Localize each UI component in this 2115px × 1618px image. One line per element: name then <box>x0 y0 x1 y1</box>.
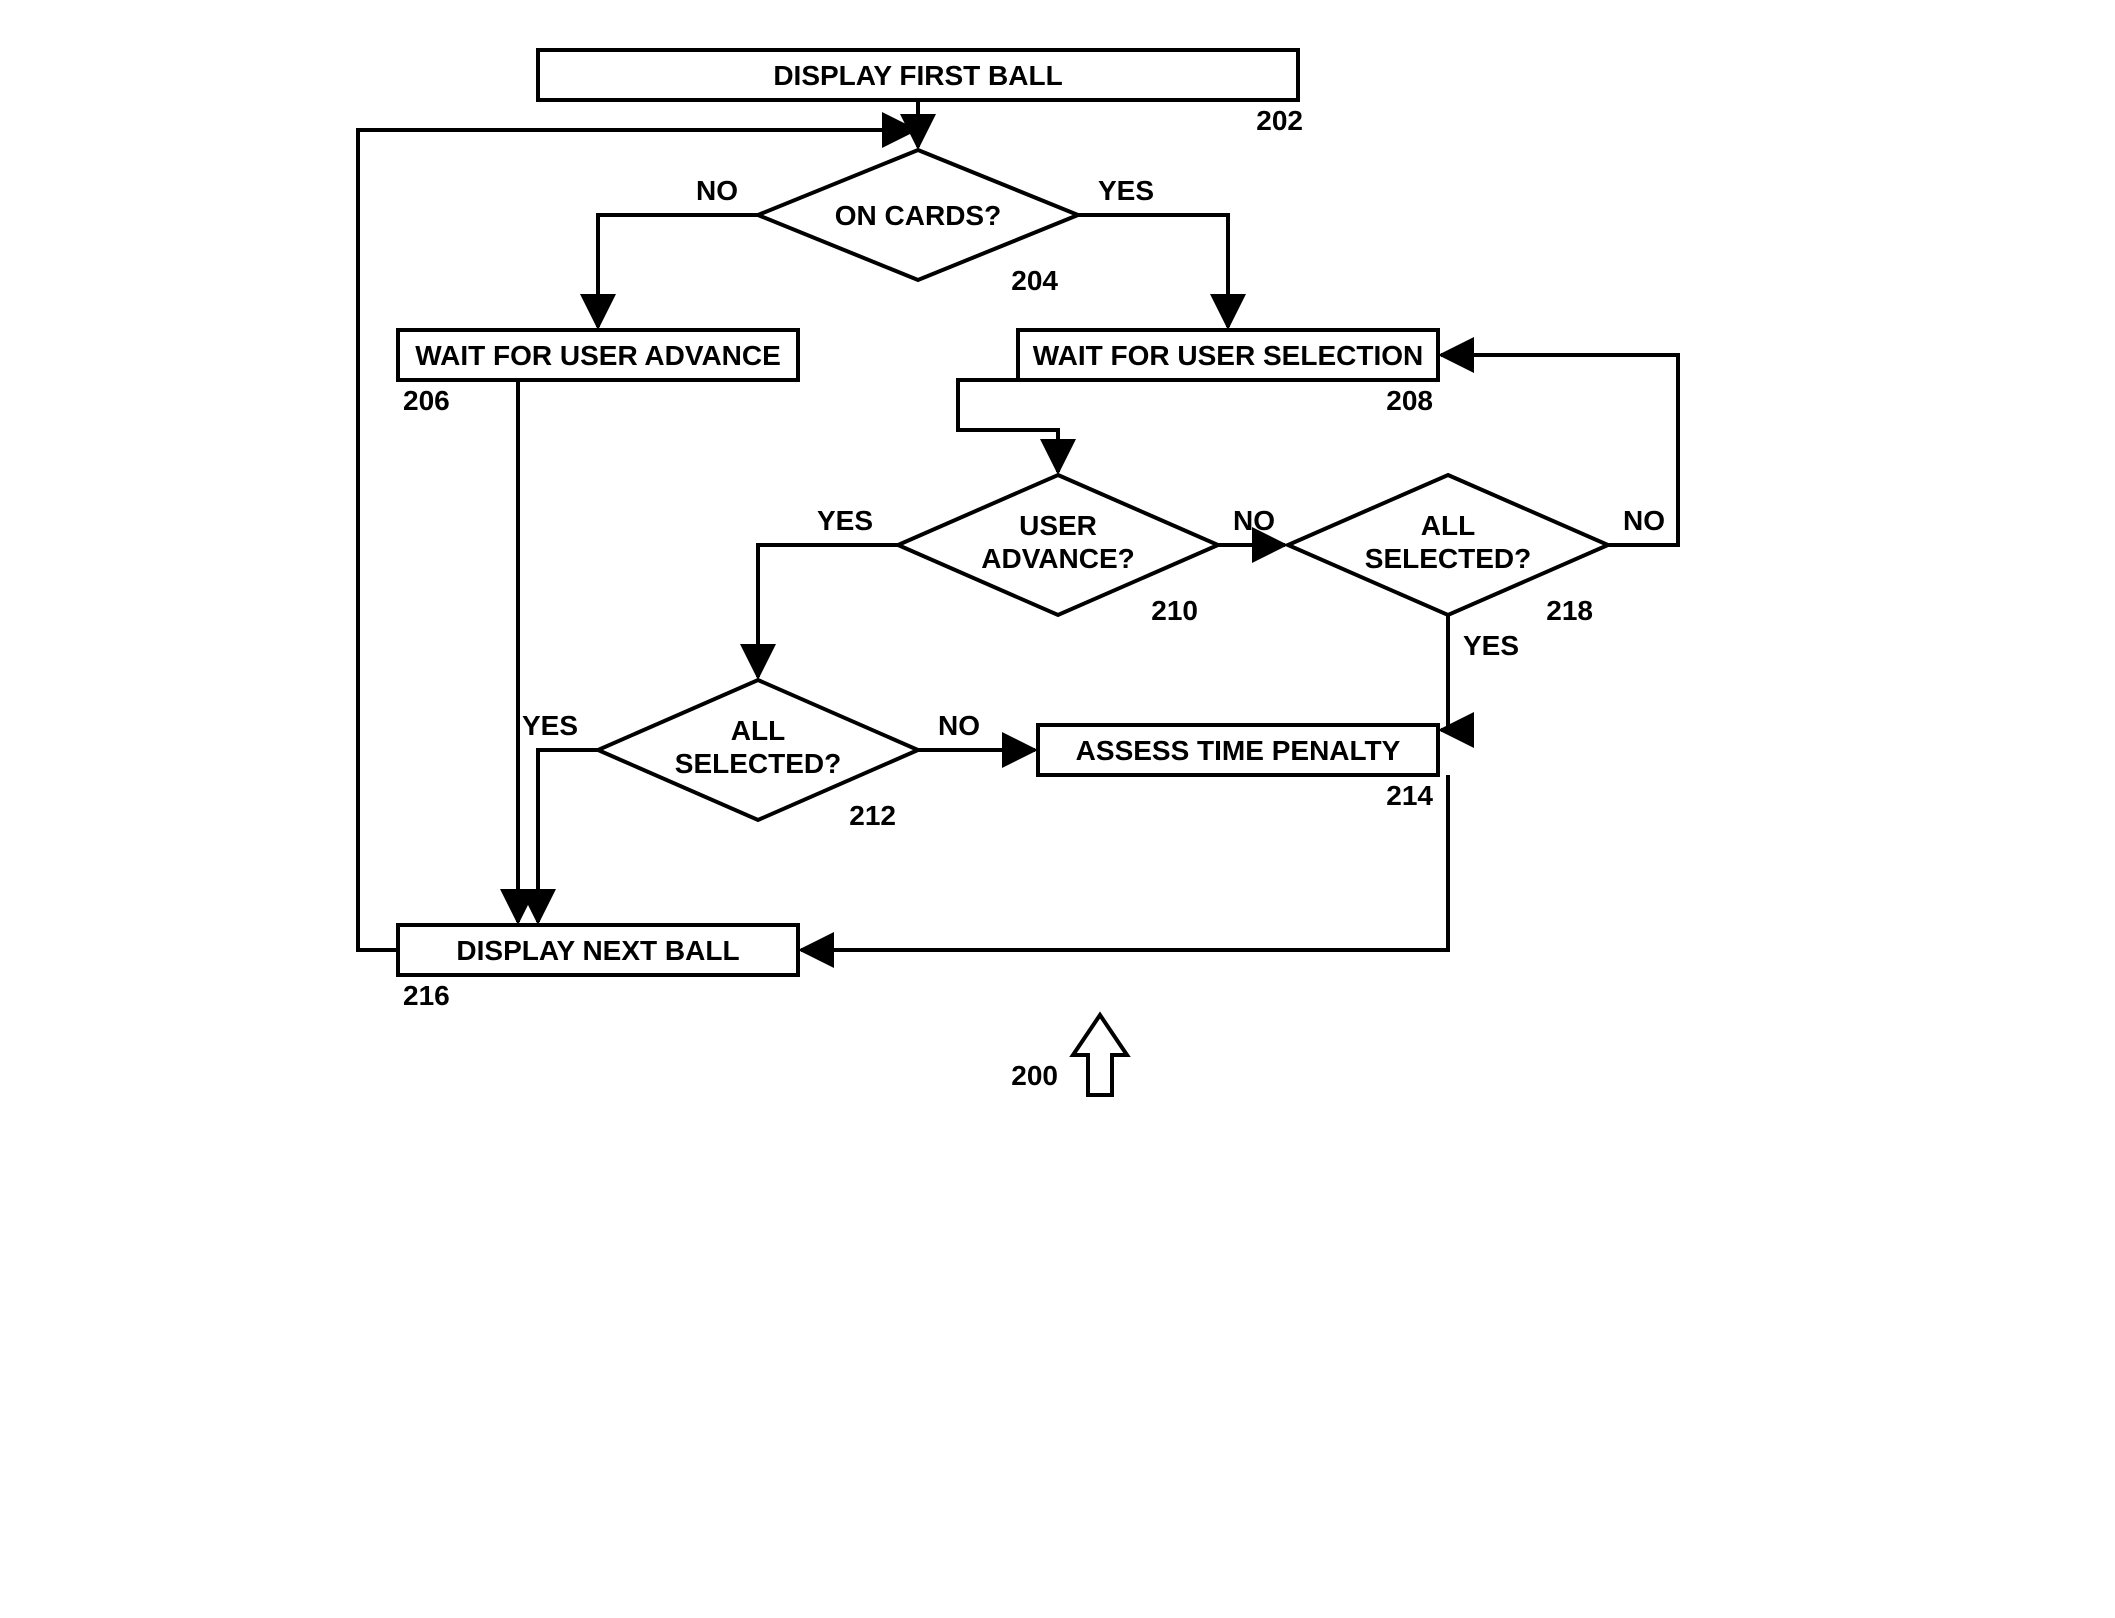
flowchart: DISPLAY FIRST BALL 202 ON CARDS? 204 WAI… <box>318 0 1798 1130</box>
edge-label: YES <box>521 710 577 741</box>
ref-number: 218 <box>1546 595 1593 626</box>
edge-label: YES <box>1098 175 1154 206</box>
process-label: WAIT FOR USER ADVANCE <box>415 340 781 371</box>
decision-label-line2: ADVANCE? <box>981 543 1134 574</box>
process-label: ASSESS TIME PENALTY <box>1075 735 1400 766</box>
edge-label: YES <box>1463 630 1519 661</box>
decision-label: ON CARDS? <box>834 200 1000 231</box>
edge <box>758 545 898 677</box>
edge <box>538 750 598 922</box>
ref-number: 212 <box>849 800 896 831</box>
ref-number: 214 <box>1386 780 1433 811</box>
edge-label: NO <box>1623 505 1665 536</box>
process-label: WAIT FOR USER SELECTION <box>1032 340 1422 371</box>
decision-label-line1: ALL <box>730 715 784 746</box>
ref-number: 208 <box>1386 385 1433 416</box>
decision-label-line1: USER <box>1019 510 1097 541</box>
edge <box>358 130 915 950</box>
ref-number: 204 <box>1011 265 1058 296</box>
ref-number: 210 <box>1151 595 1198 626</box>
process-label: DISPLAY FIRST BALL <box>773 60 1062 91</box>
ref-number: 206 <box>403 385 450 416</box>
ref-number: 202 <box>1256 105 1303 136</box>
edge <box>1441 615 1448 730</box>
decision-label-line2: SELECTED? <box>1364 543 1530 574</box>
decision-label-line1: ALL <box>1420 510 1474 541</box>
edge-label: NO <box>696 175 738 206</box>
process-label: DISPLAY NEXT BALL <box>456 935 739 966</box>
edge <box>1078 215 1228 327</box>
figure-ref: 200 <box>1011 1060 1058 1091</box>
ref-number: 216 <box>403 980 450 1011</box>
edge <box>598 215 758 327</box>
figure-ref-arrow <box>1073 1015 1127 1095</box>
edge-label: NO <box>938 710 980 741</box>
edge-label: YES <box>816 505 872 536</box>
edge <box>958 380 1058 472</box>
decision-label-line2: SELECTED? <box>674 748 840 779</box>
edge-label: NO <box>1233 505 1275 536</box>
edge <box>801 775 1448 950</box>
